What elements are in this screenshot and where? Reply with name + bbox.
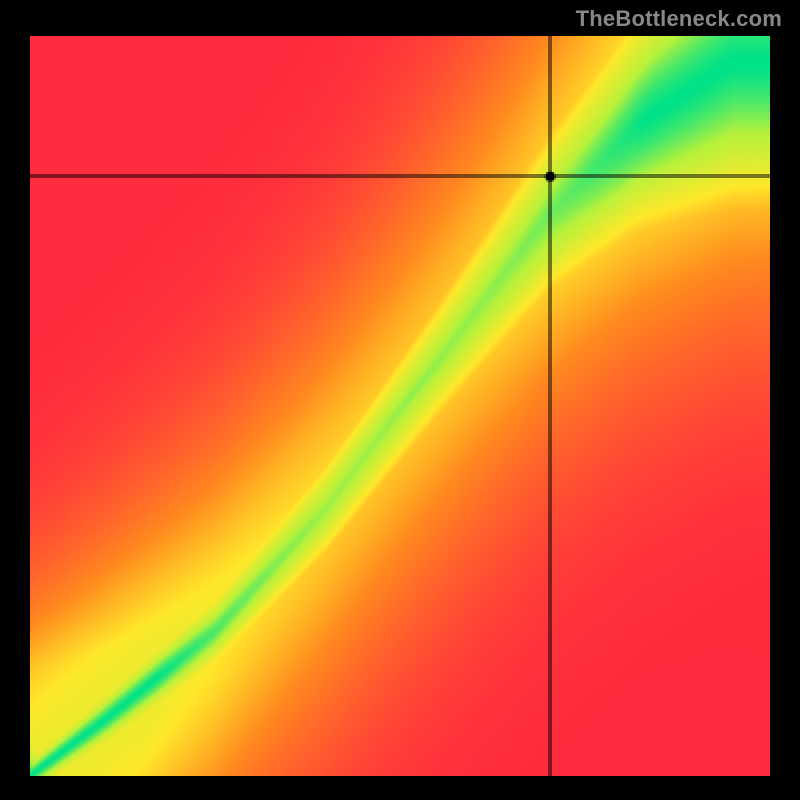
watermark-text: TheBottleneck.com	[576, 6, 782, 32]
heatmap-canvas	[30, 36, 770, 776]
